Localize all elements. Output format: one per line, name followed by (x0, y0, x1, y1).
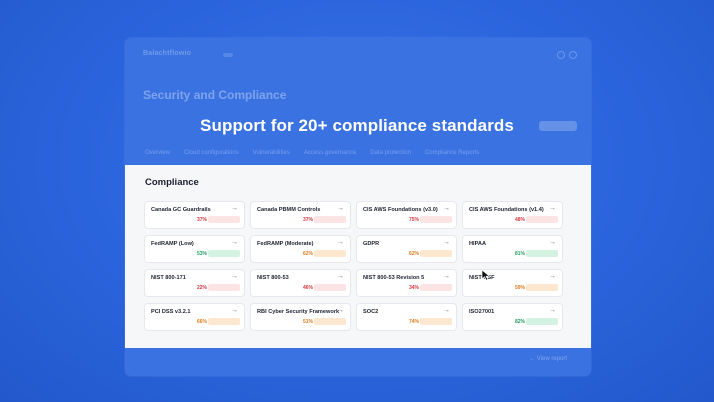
compliance-card-percent: 59% (514, 285, 525, 291)
compliance-card-percent: 37% (302, 217, 313, 223)
compliance-card-name: PCI DSS v3.2.1 (151, 309, 191, 315)
compliance-card-name: Canada GC Guardrails (151, 207, 211, 213)
compliance-status-bar (314, 250, 346, 257)
arrow-right-icon[interactable]: → (443, 273, 450, 280)
compliance-card[interactable]: HIPAA → 81% (463, 236, 562, 262)
compliance-title: Compliance (145, 177, 199, 188)
compliance-card-name: CIS AWS Foundations (v3.0) (363, 207, 438, 213)
tab-data-protection[interactable]: Data protection (370, 150, 411, 156)
compliance-card-percent: 75% (408, 217, 419, 223)
arrow-right-icon[interactable]: → (337, 205, 344, 212)
compliance-card-percent: 34% (408, 285, 419, 291)
compliance-status-bar (208, 284, 240, 291)
compliance-status-bar (208, 250, 240, 257)
compliance-status-bar (420, 216, 452, 223)
compliance-card-name: RBI Cyber Security Framework (257, 309, 340, 315)
compliance-card-name: Canada PBMM Controls (257, 207, 321, 213)
tab-overview[interactable]: Overview (145, 150, 170, 156)
app-nav-indicator (223, 53, 233, 57)
compliance-card[interactable]: NIST 800-53 Revision 5 → 34% (357, 270, 456, 296)
compliance-card-percent: 81% (514, 251, 525, 257)
compliance-card-percent: 62% (408, 251, 419, 257)
compliance-status-bar (314, 216, 346, 223)
compliance-card[interactable]: NIST CSF → 59% (463, 270, 562, 296)
arrow-right-icon[interactable]: → (231, 273, 238, 280)
compliance-status-bar (420, 250, 452, 257)
compliance-card-percent: 62% (302, 251, 313, 257)
compliance-card-percent: 74% (408, 319, 419, 325)
arrow-right-icon[interactable]: → (443, 239, 450, 246)
compliance-card-percent: 66% (196, 319, 207, 325)
tab-cloud-configurations[interactable]: Cloud configurations (184, 150, 239, 156)
compliance-card-name: GDPR (363, 241, 380, 247)
tab-compliance-reports[interactable]: Compliance Reports (425, 150, 479, 156)
app-logo: Balachtflowio (143, 50, 192, 57)
compliance-card-name: FedRAMP (Moderate) (257, 241, 314, 247)
view-report-link[interactable]: ← View report (529, 356, 567, 362)
arrow-right-icon[interactable]: → (443, 307, 450, 314)
compliance-card[interactable]: CIS AWS Foundations (v1.4) → 48% (463, 202, 562, 228)
compliance-card[interactable]: FedRAMP (Low) → 53% (145, 236, 244, 262)
compliance-card-percent: 82% (514, 319, 525, 325)
compliance-card-percent: 46% (302, 285, 313, 291)
compliance-status-bar (420, 318, 452, 325)
compliance-card-name: CIS AWS Foundations (v1.4) (469, 207, 544, 213)
compliance-status-bar (526, 318, 558, 325)
compliance-card[interactable]: NIST 800-171 → 22% (145, 270, 244, 296)
compliance-card[interactable]: RBI Cyber Security Framework → 51% (251, 304, 350, 330)
user-icon[interactable] (569, 51, 577, 59)
compliance-card-percent: 53% (196, 251, 207, 257)
compliance-status-bar (420, 284, 452, 291)
compliance-card[interactable]: Canada PBMM Controls → 37% (251, 202, 350, 228)
compliance-card-percent: 22% (196, 285, 207, 291)
compliance-card[interactable]: GDPR → 62% (357, 236, 456, 262)
compliance-card-name: ISO27001 (469, 309, 495, 315)
arrow-right-icon[interactable]: → (549, 239, 556, 246)
compliance-card[interactable]: ISO27001 → 82% (463, 304, 562, 330)
app-tabs: Overview Cloud configurations Vulnerabil… (145, 150, 479, 156)
compliance-card[interactable]: NIST 800-53 → 46% (251, 270, 350, 296)
compliance-card[interactable]: SOC2 → 74% (357, 304, 456, 330)
page-title: Security and Compliance (143, 88, 287, 102)
arrow-right-icon[interactable]: → (549, 205, 556, 212)
mouse-pointer-icon (481, 269, 491, 281)
arrow-right-icon[interactable]: → (337, 239, 344, 246)
tab-vulnerabilities[interactable]: Vulnerabilities (253, 150, 290, 156)
compliance-status-bar (208, 318, 240, 325)
tab-access-governance[interactable]: Access governance (304, 150, 356, 156)
arrow-right-icon[interactable]: → (231, 239, 238, 246)
compliance-status-bar (314, 318, 346, 325)
compliance-card-name: NIST 800-53 Revision 5 (363, 275, 425, 281)
compliance-card-percent: 51% (302, 319, 313, 325)
compliance-card[interactable]: CIS AWS Foundations (v3.0) → 75% (357, 202, 456, 228)
compliance-status-bar (526, 216, 558, 223)
arrow-right-icon[interactable]: → (337, 307, 344, 314)
arrow-right-icon[interactable]: → (337, 273, 344, 280)
compliance-card-name: NIST 800-53 (257, 275, 289, 281)
arrow-right-icon[interactable]: → (549, 273, 556, 280)
compliance-card[interactable]: PCI DSS v3.2.1 → 66% (145, 304, 244, 330)
arrow-right-icon[interactable]: → (443, 205, 450, 212)
headline: Support for 20+ compliance standards (200, 116, 514, 135)
compliance-panel: Compliance Canada GC Guardrails → 37% Canad… (125, 165, 591, 348)
compliance-status-bar (526, 250, 558, 257)
compliance-card-name: FedRAMP (Low) (151, 241, 194, 247)
compliance-card-name: HIPAA (469, 241, 486, 247)
arrow-right-icon[interactable]: → (231, 307, 238, 314)
compliance-card[interactable]: FedRAMP (Moderate) → 62% (251, 236, 350, 262)
compliance-status-bar (208, 216, 240, 223)
app-topbar: Balachtflowio (143, 50, 577, 62)
compliance-card-name: NIST 800-171 (151, 275, 186, 281)
compliance-card-percent: 37% (196, 217, 207, 223)
compliance-grid: Canada GC Guardrails → 37% Canada PBMM Cont… (145, 202, 562, 330)
compliance-card-percent: 48% (514, 217, 525, 223)
compliance-card-name: SOC2 (363, 309, 379, 315)
arrow-right-icon[interactable]: → (549, 307, 556, 314)
compliance-status-bar (526, 284, 558, 291)
arrow-right-icon[interactable]: → (231, 205, 238, 212)
compliance-card[interactable]: Canada GC Guardrails → 37% (145, 202, 244, 228)
search-icon[interactable] (557, 51, 565, 59)
compliance-status-bar (314, 284, 346, 291)
